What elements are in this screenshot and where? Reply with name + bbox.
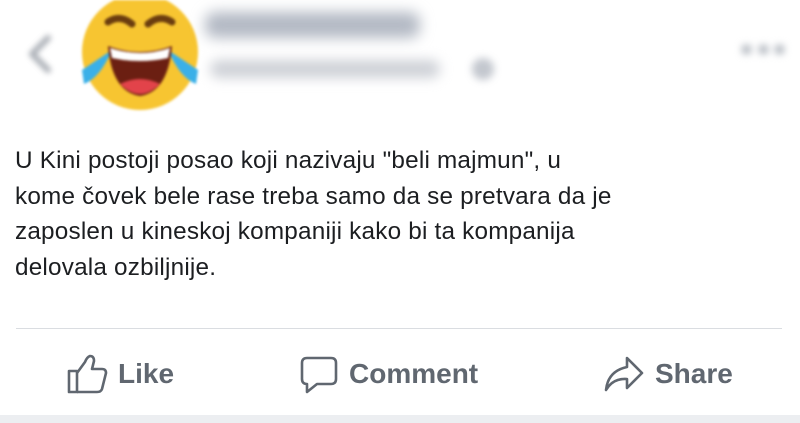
post-bottom-border <box>0 415 800 423</box>
post-header <box>0 0 800 120</box>
facebook-post: U Kini postoji posao koji nazivaju "beli… <box>0 0 800 423</box>
post-text: U Kini postoji posao koji nazivaju "beli… <box>15 147 612 281</box>
post-timestamp[interactable] <box>210 60 440 78</box>
thumbs-up-icon <box>66 354 108 394</box>
like-label: Like <box>118 358 175 389</box>
chevron-left-icon[interactable] <box>26 34 54 74</box>
author-name[interactable] <box>205 12 420 38</box>
globe-icon <box>472 58 494 80</box>
share-button[interactable]: Share <box>603 352 733 396</box>
share-label: Share <box>655 358 733 389</box>
more-horizontal-icon[interactable] <box>742 36 784 62</box>
comment-bubble-icon <box>299 354 339 394</box>
comment-button[interactable]: Comment <box>299 352 478 396</box>
like-button[interactable]: Like <box>66 352 174 396</box>
comment-label: Comment <box>349 358 479 389</box>
share-arrow-icon <box>603 354 645 394</box>
laughing-emoji-icon[interactable] <box>70 0 210 118</box>
divider <box>16 328 782 329</box>
post-actions-bar: Like Comment Share <box>0 340 800 410</box>
